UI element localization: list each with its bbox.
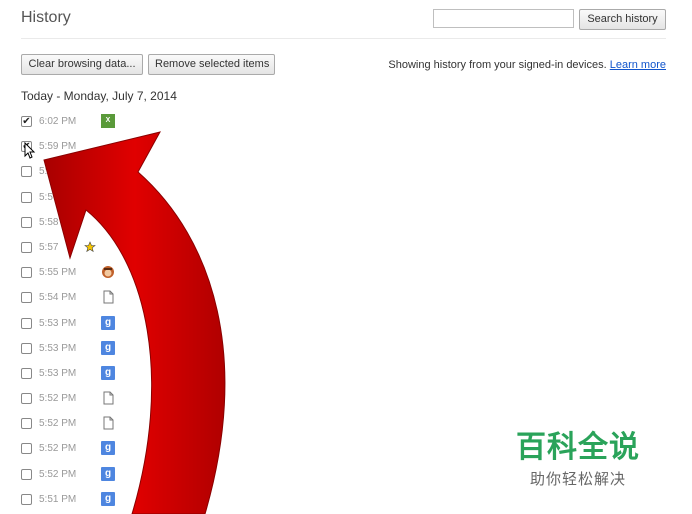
page-icon[interactable] bbox=[101, 391, 115, 405]
row-checkbox[interactable] bbox=[21, 317, 32, 329]
history-row[interactable]: 5:55 PM bbox=[0, 261, 692, 286]
history-row[interactable]: 5:54 PM bbox=[0, 286, 692, 311]
header-divider bbox=[21, 38, 666, 39]
watermark: 百科全说 助你轻松解决 bbox=[516, 422, 640, 489]
row-checkbox[interactable] bbox=[21, 418, 32, 430]
page-icon[interactable] bbox=[101, 290, 115, 304]
row-time: 5:5 bbox=[39, 166, 53, 178]
signed-in-info-text: Showing history from your signed-in devi… bbox=[388, 59, 607, 71]
history-row[interactable]: 5:5 bbox=[0, 186, 692, 211]
row-time: 5:57 bbox=[39, 241, 59, 253]
row-time: 5:52 PM bbox=[39, 393, 77, 405]
row-checkbox[interactable] bbox=[21, 393, 32, 405]
row-time: 5:59 PM bbox=[39, 141, 77, 153]
row-checkbox[interactable] bbox=[21, 443, 32, 455]
row-time: 5:5 bbox=[39, 191, 53, 203]
date-heading: Today - Monday, July 7, 2014 bbox=[21, 89, 177, 103]
row-checkbox[interactable] bbox=[21, 166, 32, 178]
row-checkbox[interactable] bbox=[21, 342, 32, 354]
history-row[interactable]: 5:53 PM g bbox=[0, 312, 692, 337]
mouse-cursor-icon bbox=[24, 142, 36, 159]
search-input[interactable] bbox=[433, 9, 574, 28]
remove-selected-items-button[interactable]: Remove selected items bbox=[148, 54, 275, 75]
row-time: 5:53 PM bbox=[39, 367, 77, 379]
row-checkbox[interactable] bbox=[21, 367, 32, 379]
page-title: History bbox=[21, 9, 71, 26]
clear-browsing-data-button[interactable]: Clear browsing data... bbox=[21, 54, 143, 75]
google-icon[interactable]: g bbox=[101, 340, 115, 355]
history-row[interactable]: 5:51 PM g bbox=[0, 488, 692, 513]
row-time: 6:02 PM bbox=[39, 116, 77, 127]
google-icon[interactable]: g bbox=[101, 365, 115, 380]
row-time: 5:53 PM bbox=[39, 317, 77, 329]
row-checkbox[interactable] bbox=[21, 292, 32, 304]
row-time: 5:55 PM bbox=[39, 267, 77, 279]
history-row[interactable]: 5:57 bbox=[0, 236, 692, 261]
row-checkbox[interactable] bbox=[21, 241, 32, 253]
row-checkbox[interactable] bbox=[21, 216, 32, 228]
row-time: 5:58 bbox=[39, 216, 59, 228]
row-checkbox[interactable]: ✔ bbox=[21, 116, 32, 127]
row-time: 5:52 PM bbox=[39, 443, 77, 455]
signed-in-info: Showing history from your signed-in devi… bbox=[388, 59, 666, 71]
row-time: 5:52 PM bbox=[39, 418, 77, 430]
spreadsheet-icon[interactable]: X bbox=[101, 114, 115, 128]
history-row[interactable]: ✔5:59 PM bbox=[0, 135, 692, 160]
row-checkbox[interactable] bbox=[21, 267, 32, 279]
learn-more-link[interactable]: Learn more bbox=[610, 59, 666, 71]
avatar-icon[interactable] bbox=[101, 265, 115, 279]
page-icon[interactable] bbox=[101, 416, 115, 430]
row-checkbox[interactable] bbox=[21, 191, 32, 203]
google-icon[interactable]: g bbox=[101, 491, 115, 506]
history-row[interactable]: 5:5 bbox=[0, 160, 692, 185]
history-row[interactable]: 5:53 PM g bbox=[0, 337, 692, 362]
row-time: 5:53 PM bbox=[39, 342, 77, 354]
history-row[interactable]: 5:52 PM bbox=[0, 387, 692, 412]
row-time: 5:51 PM bbox=[39, 493, 77, 505]
row-time: 5:52 PM bbox=[39, 468, 77, 480]
history-row[interactable]: ✔ 6:02 PM X bbox=[0, 110, 692, 135]
search-history-button[interactable]: Search history bbox=[579, 9, 666, 30]
watermark-subtitle: 助你轻松解决 bbox=[529, 470, 626, 488]
star-icon[interactable] bbox=[84, 240, 98, 254]
google-icon[interactable]: g bbox=[101, 315, 115, 330]
row-time: 5:54 PM bbox=[39, 292, 77, 304]
row-checkbox[interactable] bbox=[21, 468, 32, 480]
history-row[interactable]: 5:53 PM g bbox=[0, 362, 692, 387]
google-icon[interactable]: g bbox=[101, 466, 115, 481]
watermark-title: 百科全说 bbox=[516, 430, 640, 465]
row-checkbox[interactable] bbox=[21, 493, 32, 505]
history-row[interactable]: 5:58 bbox=[0, 211, 692, 236]
google-icon[interactable]: g bbox=[101, 441, 115, 456]
